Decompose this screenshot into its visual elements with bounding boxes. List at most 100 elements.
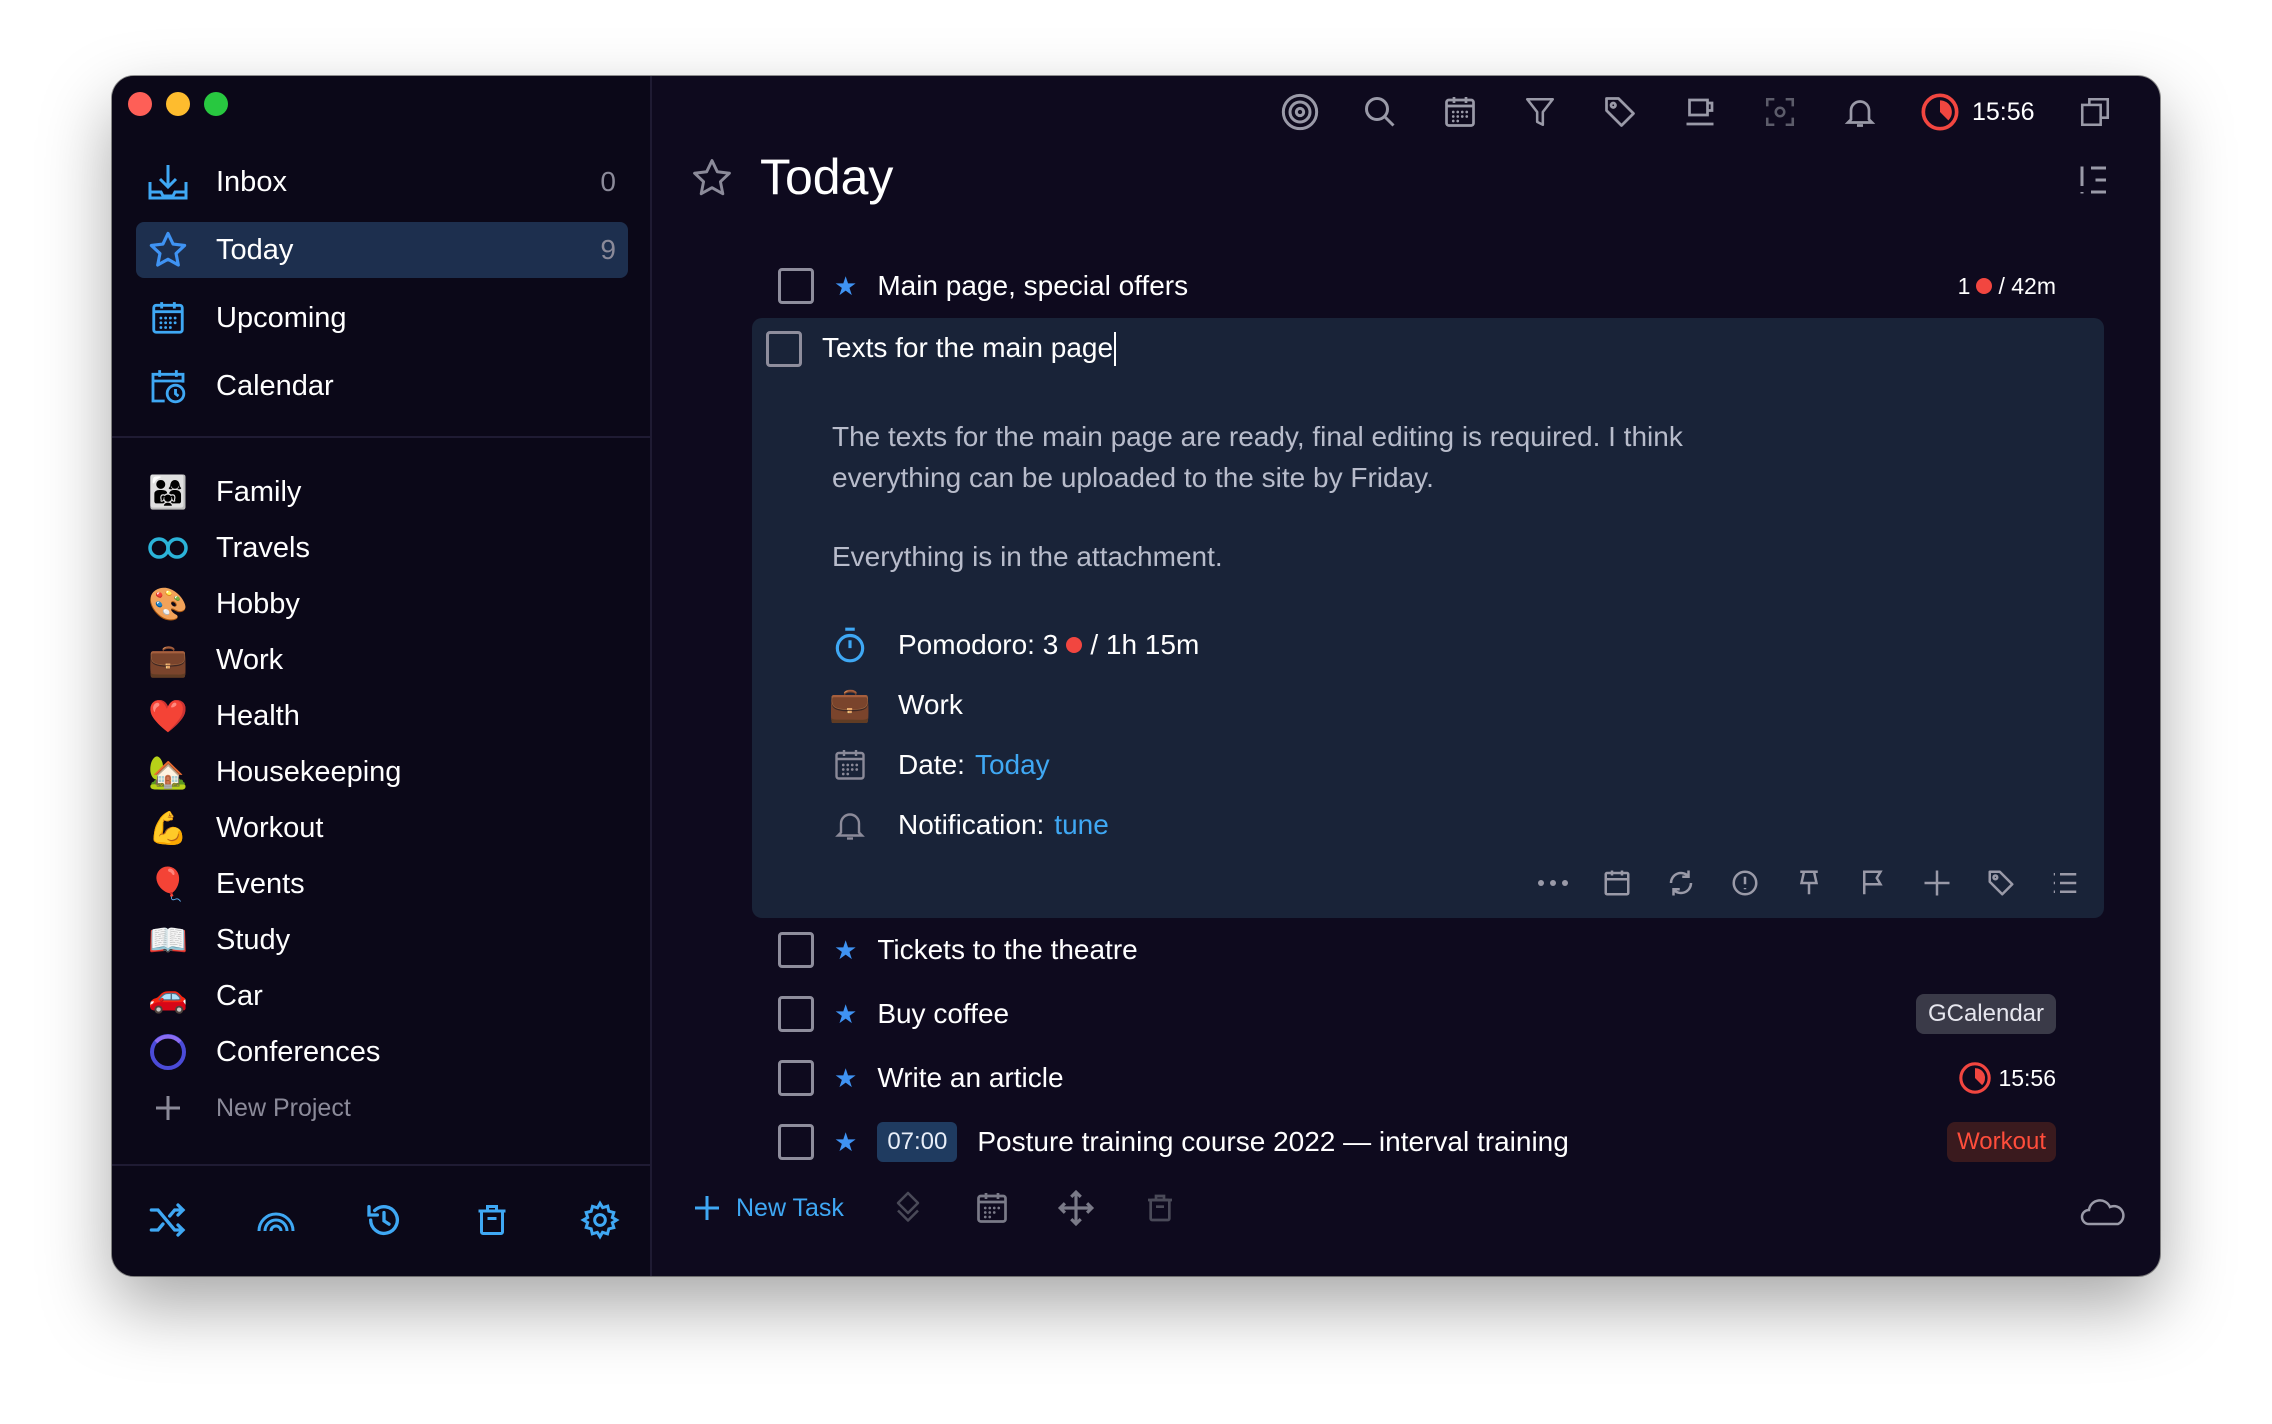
calendar-icon xyxy=(826,741,874,789)
flag-icon[interactable] xyxy=(1856,866,1890,900)
date-value-link[interactable]: Today xyxy=(975,749,1050,781)
copy-window-icon[interactable] xyxy=(2075,92,2115,132)
task-list: ★ Main page, special offers 1 / 42m Text… xyxy=(752,254,2104,1174)
pomodoro-property[interactable]: Pomodoro: 3 / 1h 15m xyxy=(826,615,2104,675)
task-row[interactable]: ★ Buy coffee GCalendar xyxy=(752,982,2104,1046)
sort-options-icon[interactable] xyxy=(2076,162,2112,198)
search-icon[interactable] xyxy=(1360,92,1400,132)
task-checkbox[interactable] xyxy=(778,996,814,1032)
calendar-icon[interactable] xyxy=(972,1188,1012,1228)
project-tag[interactable]: Workout xyxy=(1947,1122,2056,1162)
sidebar-item-label: Calendar xyxy=(216,369,334,402)
sidebar-divider xyxy=(112,436,652,438)
window-controls xyxy=(128,92,228,116)
car-icon: 🚗 xyxy=(148,978,188,1014)
calendar-grid-icon xyxy=(146,296,190,340)
infinity-icon xyxy=(146,526,190,570)
rainbow-icon[interactable] xyxy=(252,1196,300,1244)
tomato-icon xyxy=(1066,637,1083,653)
book-icon: 📖 xyxy=(148,922,188,958)
more-icon[interactable] xyxy=(1536,866,1570,900)
cloud-sync-icon[interactable] xyxy=(2080,1196,2126,1228)
expanded-task-header: Texts for the main page xyxy=(766,318,2104,380)
pomodoro-count: 1 xyxy=(1957,272,1971,299)
pomodoro-summary: 1 / 42m xyxy=(1958,273,2056,300)
task-checkbox[interactable] xyxy=(778,1124,814,1160)
minimize-window-button[interactable] xyxy=(166,92,190,116)
plus-icon xyxy=(146,1086,190,1130)
project-label: Workout xyxy=(216,811,324,844)
shuffle-icon[interactable] xyxy=(144,1196,192,1244)
muscle-icon: 💪 xyxy=(148,810,188,846)
task-checkbox[interactable] xyxy=(778,1060,814,1096)
project-events[interactable]: 🎈 Events xyxy=(136,856,628,912)
zoom-window-button[interactable] xyxy=(204,92,228,116)
notification-property[interactable]: Notification: tune xyxy=(826,795,2104,855)
date-property[interactable]: Date: Today xyxy=(826,735,2104,795)
task-title-input[interactable]: Texts for the main page xyxy=(822,332,1117,367)
briefcase-icon: 💼 xyxy=(148,642,188,678)
notes-paragraph: The texts for the main page are ready, f… xyxy=(832,421,1683,493)
task-checkbox[interactable] xyxy=(766,331,802,367)
task-row[interactable]: ★ Write an article 15:56 xyxy=(752,1046,2104,1110)
project-travels[interactable]: Travels xyxy=(136,520,628,576)
project-label: Events xyxy=(216,867,305,900)
filter-icon[interactable] xyxy=(1520,92,1560,132)
project-work[interactable]: 💼 Work xyxy=(136,632,628,688)
project-conferences[interactable]: Conferences xyxy=(136,1024,628,1080)
house-icon: 🏡 xyxy=(148,754,188,790)
project-family[interactable]: 👨‍👩‍👧 Family xyxy=(136,464,628,520)
move-arrows-icon[interactable] xyxy=(1056,1188,1096,1228)
sidebar-item-upcoming[interactable]: Upcoming xyxy=(136,290,628,346)
project-housekeeping[interactable]: 🏡 Housekeeping xyxy=(136,744,628,800)
coffee-break-icon[interactable] xyxy=(1680,92,1720,132)
sidebar-item-today[interactable]: Today 9 xyxy=(136,222,628,278)
screenshot-icon[interactable] xyxy=(1760,92,1800,132)
sidebar-item-inbox[interactable]: Inbox 0 xyxy=(136,154,628,210)
project-car[interactable]: 🚗 Car xyxy=(136,968,628,1024)
priority-icon[interactable] xyxy=(1728,866,1762,900)
tag-icon[interactable] xyxy=(1600,92,1640,132)
repeat-icon[interactable] xyxy=(1664,866,1698,900)
star-outline-icon[interactable] xyxy=(690,156,734,200)
new-project-button[interactable]: New Project xyxy=(136,1080,628,1136)
task-row[interactable]: ★ Main page, special offers 1 / 42m xyxy=(752,254,2104,318)
main-footer: New Task xyxy=(692,1188,1180,1228)
task-notes[interactable]: The texts for the main page are ready, f… xyxy=(832,416,1792,577)
project-property[interactable]: 💼 Work xyxy=(826,675,2104,735)
sidebar: Inbox 0 Today 9 Upcoming Calend xyxy=(112,76,652,1276)
pomodoro-timer[interactable]: 15:56 xyxy=(1920,92,2035,132)
timer-text: 15:56 xyxy=(1972,97,2035,126)
gear-icon[interactable] xyxy=(576,1196,624,1244)
checklist-icon[interactable] xyxy=(2048,866,2082,900)
task-row[interactable]: ★ 07:00 Posture training course 2022 — i… xyxy=(752,1110,2104,1174)
new-task-button[interactable]: New Task xyxy=(692,1193,844,1223)
trash-icon[interactable] xyxy=(468,1196,516,1244)
history-icon[interactable] xyxy=(360,1196,408,1244)
project-workout[interactable]: 💪 Workout xyxy=(136,800,628,856)
focus-icon[interactable] xyxy=(1280,92,1320,132)
tomato-icon xyxy=(1976,278,1993,294)
project-health[interactable]: ❤️ Health xyxy=(136,688,628,744)
calendar-icon[interactable] xyxy=(1440,92,1480,132)
project-hobby[interactable]: 🎨 Hobby xyxy=(136,576,628,632)
task-checkbox[interactable] xyxy=(778,932,814,968)
pin-icon[interactable] xyxy=(1792,866,1826,900)
tag-icon[interactable] xyxy=(1984,866,2018,900)
star-icon: ★ xyxy=(834,934,858,965)
notification-value-link[interactable]: tune xyxy=(1054,809,1109,841)
task-checkbox[interactable] xyxy=(778,268,814,304)
sidebar-item-label: Inbox xyxy=(216,165,287,198)
move-icon[interactable] xyxy=(1920,866,1954,900)
app-window: Inbox 0 Today 9 Upcoming Calend xyxy=(112,76,2160,1276)
bell-icon[interactable] xyxy=(1840,92,1880,132)
sidebar-item-label: Upcoming xyxy=(216,301,347,334)
close-window-button[interactable] xyxy=(128,92,152,116)
trash-icon[interactable] xyxy=(1140,1188,1180,1228)
priority-sort-icon[interactable] xyxy=(888,1188,928,1228)
project-label: Hobby xyxy=(216,587,300,620)
task-row[interactable]: ★ Tickets to the theatre xyxy=(752,918,2104,982)
sidebar-item-calendar[interactable]: Calendar xyxy=(136,358,628,414)
calendar-icon[interactable] xyxy=(1600,866,1634,900)
project-study[interactable]: 📖 Study xyxy=(136,912,628,968)
